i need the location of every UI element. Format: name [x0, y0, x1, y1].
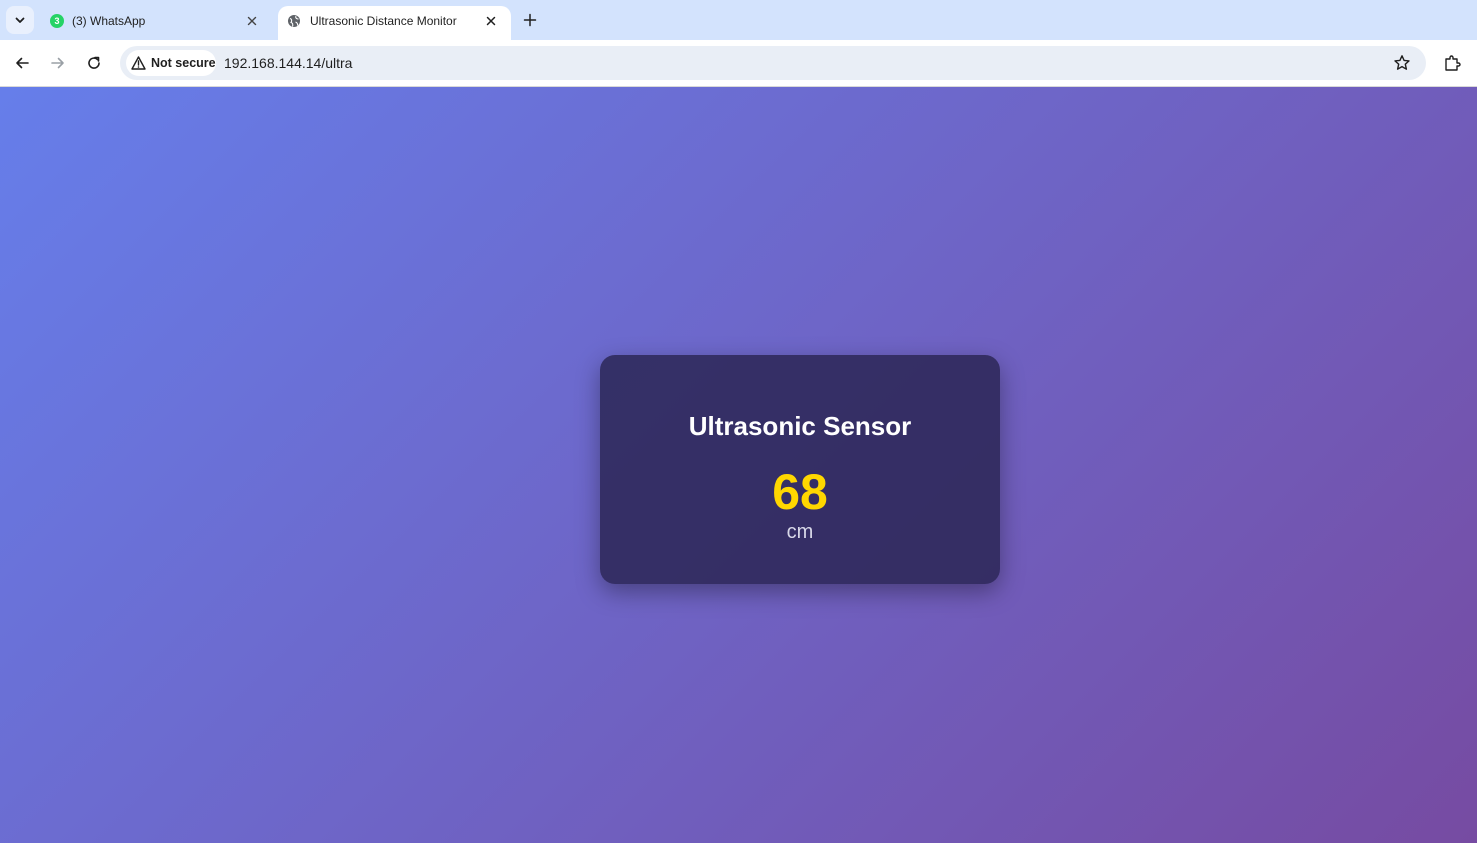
close-icon[interactable] [244, 13, 260, 29]
tab-search-button[interactable] [6, 6, 34, 34]
sensor-title: Ultrasonic Sensor [688, 411, 912, 441]
sensor-card: Ultrasonic Sensor 68 cm [600, 355, 1000, 584]
address-bar[interactable]: Not secure 192.168.144.14/ultra [120, 46, 1426, 80]
security-label: Not secure [151, 56, 216, 70]
tab-whatsapp[interactable]: 3 (3) WhatsApp [40, 6, 272, 40]
tab-title: Ultrasonic Distance Monitor [310, 14, 457, 28]
tab-title: (3) WhatsApp [72, 14, 146, 28]
tab-strip: 3 (3) WhatsApp Ultrasonic Distance Monit… [0, 0, 1477, 40]
chevron-down-icon [15, 17, 25, 23]
tab-badge: 3 [50, 14, 64, 28]
arrow-left-icon [16, 57, 29, 69]
url-text[interactable]: 192.168.144.14/ultra [224, 55, 352, 71]
browser-toolbar: Not secure 192.168.144.14/ultra [0, 40, 1477, 87]
warning-icon [130, 55, 146, 71]
new-tab-button[interactable] [519, 9, 541, 31]
extensions-icon[interactable] [1441, 52, 1463, 74]
distance-value: 68 [772, 464, 828, 520]
reload-icon [88, 56, 100, 69]
reload-button[interactable] [82, 51, 106, 75]
security-chip[interactable]: Not secure [126, 50, 216, 76]
forward-button[interactable] [46, 51, 70, 75]
page-background: Ultrasonic Sensor 68 cm [0, 87, 1477, 843]
distance-unit: cm [786, 521, 814, 543]
back-button[interactable] [10, 51, 34, 75]
close-icon[interactable] [483, 13, 499, 29]
globe-icon [287, 14, 301, 28]
plus-icon [523, 13, 537, 27]
tab-ultrasonic[interactable]: Ultrasonic Distance Monitor [278, 6, 511, 40]
arrow-right-icon [51, 57, 64, 69]
whatsapp-icon: 3 [50, 14, 64, 28]
bookmark-star-icon[interactable] [1392, 53, 1412, 73]
